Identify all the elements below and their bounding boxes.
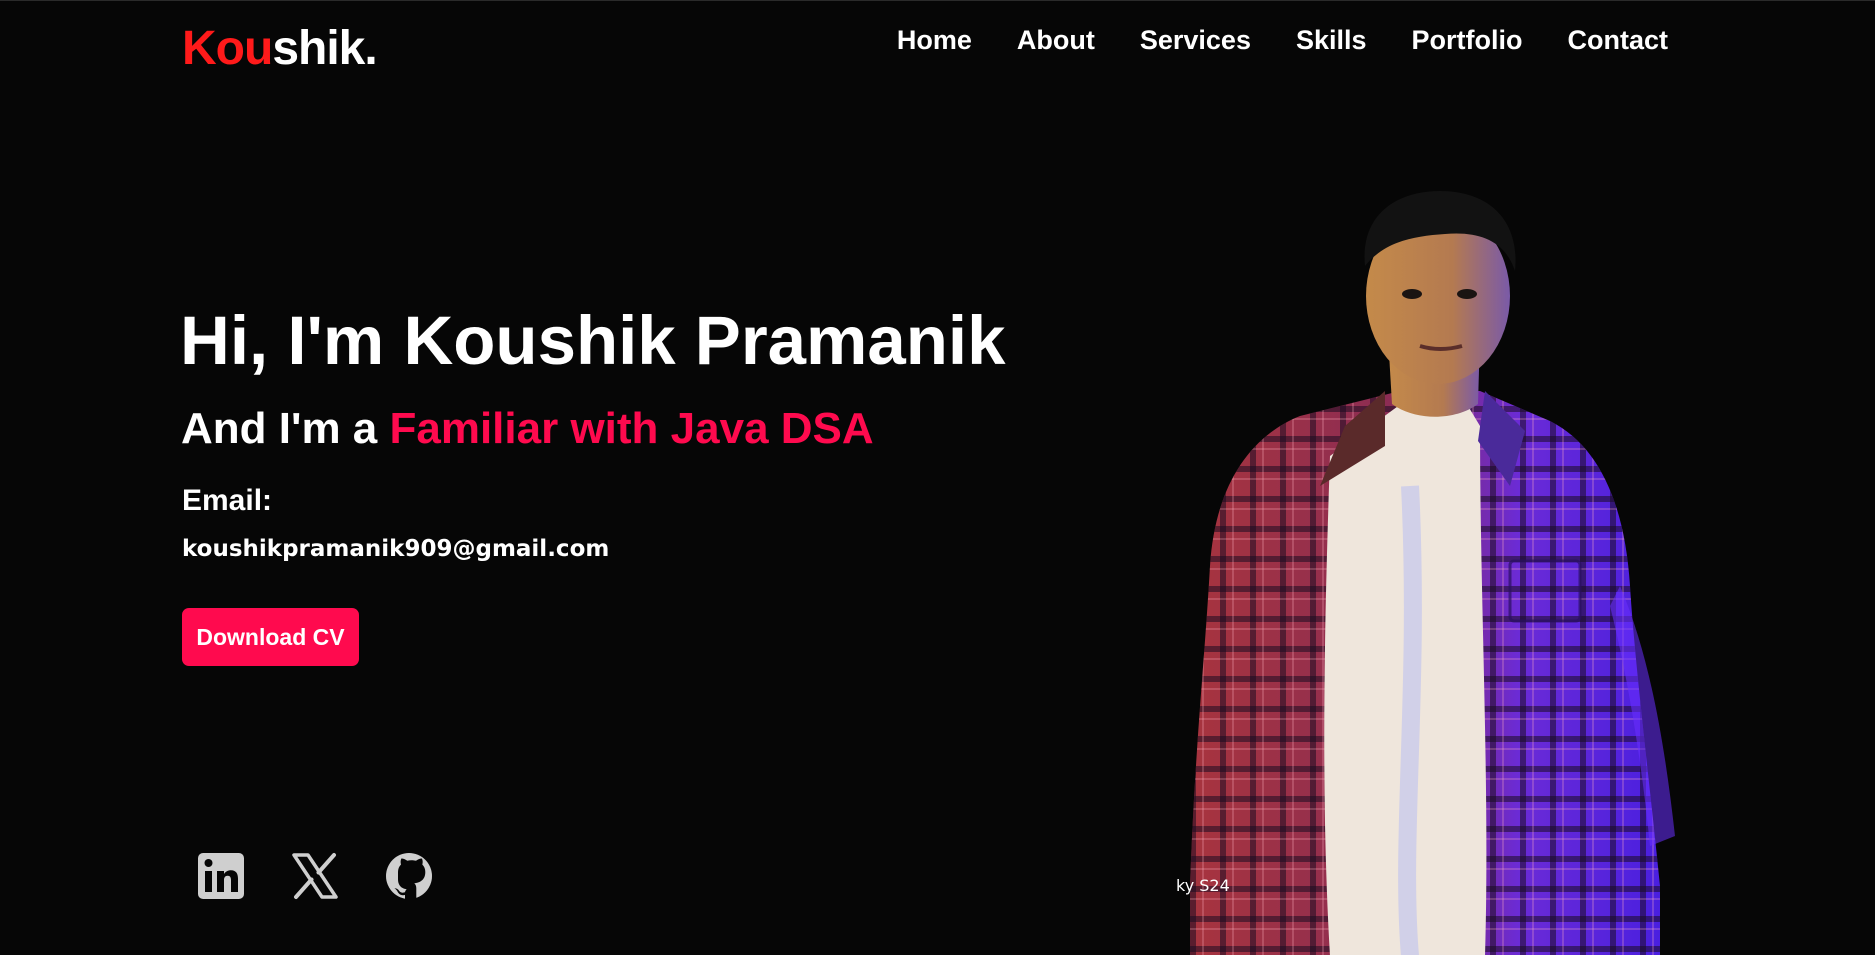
main-nav: Home About Services Skills Portfolio Con… [897, 25, 1668, 56]
nav-contact[interactable]: Contact [1568, 25, 1669, 56]
download-cv-button[interactable]: Download CV [182, 608, 359, 666]
page: Koushik. Home About Services Skills Port… [0, 0, 1875, 955]
email-address: koushikpramanik909@gmail.com [182, 536, 610, 562]
hero-subtitle-prefix: And I'm a [181, 404, 390, 453]
nav-skills[interactable]: Skills [1296, 25, 1367, 56]
photo-watermark: ky S24 [1176, 876, 1230, 895]
linkedin-icon [198, 853, 244, 899]
x-twitter-link[interactable] [290, 851, 340, 901]
nav-home[interactable]: Home [897, 25, 972, 56]
email-label: Email: [182, 484, 273, 517]
profile-photo [1180, 186, 1690, 955]
social-links [196, 851, 434, 901]
linkedin-link[interactable] [196, 851, 246, 901]
nav-portfolio[interactable]: Portfolio [1412, 25, 1523, 56]
logo-rest-text: shik. [272, 22, 377, 75]
x-twitter-icon [292, 853, 338, 899]
hero-subtitle: And I'm a Familiar with Java DSA [181, 404, 874, 454]
portrait-illustration [1190, 191, 1675, 955]
logo-accent-text: Kou [182, 22, 273, 75]
nav-about[interactable]: About [1017, 25, 1095, 56]
github-icon [386, 853, 432, 899]
site-logo[interactable]: Koushik. [182, 21, 378, 76]
hero-title: Hi, I'm Koushik Pramanik [180, 302, 1006, 379]
github-link[interactable] [384, 851, 434, 901]
hero-role-text: Familiar with Java DSA [389, 404, 874, 453]
nav-services[interactable]: Services [1140, 25, 1251, 56]
